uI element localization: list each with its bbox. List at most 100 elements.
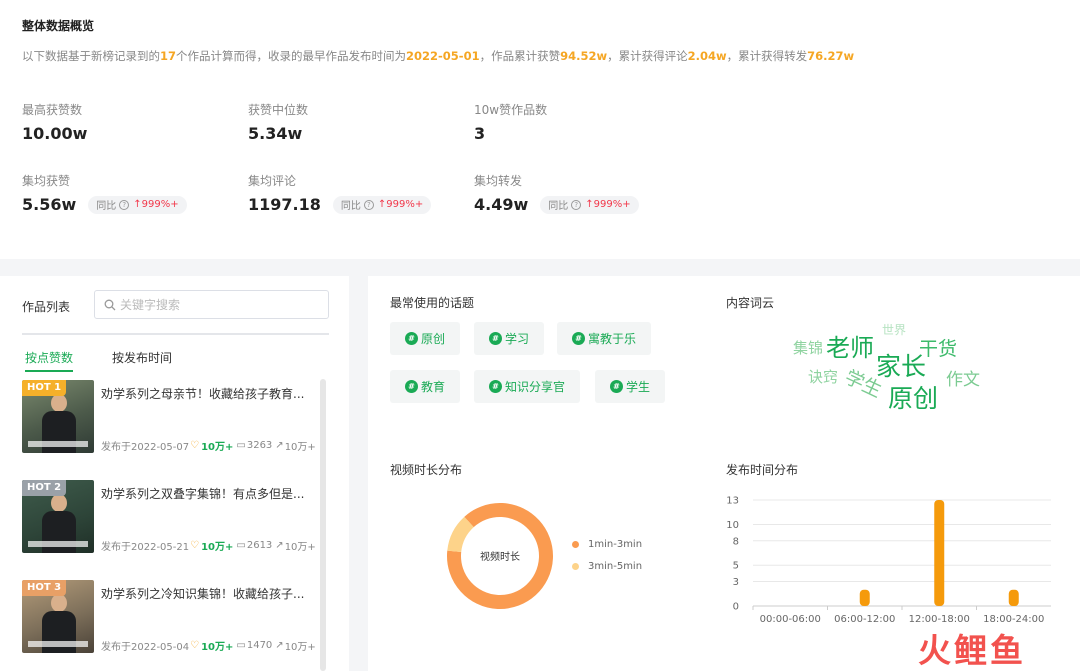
hashtag-icon: # [405,380,418,393]
caption-bar [28,641,88,647]
metric-value: 5.34w [248,124,303,143]
y-tick-label: 5 [733,561,739,572]
arrow-up-icon: ↑ [377,199,387,210]
donut-center-label: 视频时长 [480,552,520,563]
comment-icon: ▭ [236,540,246,551]
topic-label: 原创 [421,332,446,346]
topic-label: 寓教于乐 [588,332,637,346]
yoy-value: 999%+ [141,199,179,210]
topic-label: 教育 [421,380,446,394]
hot-badge: HOT 3 [22,580,67,596]
topic-tag[interactable]: # 知识分享官 [474,370,581,403]
topics-title: 最常使用的话题 [390,296,475,310]
publish-date: 发布于2022-05-07 [101,442,190,453]
metric-label: 最高获赞数 [22,103,83,117]
cloud-word: 集锦 [793,339,824,357]
hashtag-icon: # [405,332,418,345]
yoy-value: 999%+ [386,199,424,210]
bar[interactable] [934,500,945,606]
metric-10w-works: 10w赞作品数 3 [474,101,694,143]
work-meta: 发布于2022-05-04 ♡ 10万+ ▭ 1470 ↗ 10万+ [101,638,316,653]
shares-count: 10万+ [284,542,316,553]
bar[interactable] [1008,589,1019,606]
work-title[interactable]: 劝学系列之冷知识集锦！收藏给孩子... [101,585,323,602]
topic-tag[interactable]: # 学生 [595,370,666,403]
search-input[interactable] [120,297,320,312]
topic-tag[interactable]: # 寓教于乐 [557,322,652,355]
publish-time-chart-title: 发布时间分布 [726,463,799,477]
yoy-badge[interactable]: 同比? ↑ 999%+ [88,195,187,214]
overview-panel: 整体数据概览 以下数据基于新榜记录到的17个作品计算而得，收录的最早作品发布时间… [0,0,1080,259]
legend-item[interactable]: 1min-3min [572,539,642,550]
shares-count: 10万+ [284,642,316,653]
topic-tag[interactable]: # 教育 [390,370,461,403]
comment-icon: ▭ [236,640,246,651]
x-tick-label: 00:00-06:00 [760,614,821,625]
topic-label: 学习 [505,332,530,346]
metric-median-likes: 获赞中位数 5.34w [248,101,468,143]
work-title[interactable]: 劝学系列之双叠字集锦！有点多但是... [101,485,323,502]
help-icon[interactable]: ? [571,199,582,210]
yoy-value: 999%+ [593,199,631,210]
yoy-label: 同比 [96,201,117,212]
arrow-up-icon: ↑ [133,199,142,210]
legend-label: 3min-5min [588,561,643,572]
tab-by-publish-time[interactable]: 按发布时间 [112,349,172,366]
search-box[interactable] [94,290,329,319]
help-icon[interactable]: ? [363,199,374,210]
help-icon[interactable]: ? [119,199,130,210]
metric-avg-shares: 集均转发 4.49w 同比? ↑ 999%+ [474,172,694,214]
shares-count: 10万+ [284,442,316,453]
legend-label: 1min-3min [588,539,643,550]
heart-icon: ♡ [190,640,200,651]
overview-title: 整体数据概览 [22,19,95,33]
tab-by-likes[interactable]: 按点赞数 [25,349,74,372]
topic-label: 知识分享官 [505,380,566,394]
work-meta: 发布于2022-05-07 ♡ 10万+ ▭ 3263 ↗ 10万+ [101,438,316,453]
hot-badge: HOT 1 [22,380,67,396]
caption-bar [28,441,88,447]
total-comments: 2.04w [687,49,727,63]
thumbnail[interactable]: HOT 2 [22,480,94,553]
list-item[interactable]: HOT 1 劝学系列之母亲节！收藏给孩子教育... 发布于2022-05-07 … [22,380,322,453]
topic-label: 学生 [626,380,651,394]
works-list-title: 作品列表 [22,300,71,314]
works-count: 17 [160,49,177,63]
yoy-badge[interactable]: 同比? ↑ 999%+ [332,195,432,214]
heart-icon: ♡ [190,440,200,451]
works-list-panel: 作品列表 按点赞数 按发布时间 HOT 1 劝学系列之母亲节！收藏给孩子教育..… [0,276,349,671]
heart-icon: ♡ [190,540,200,551]
y-tick-label: 10 [726,520,739,531]
likes-count: 10万+ [201,442,234,453]
desc-text: ，作品累计获赞 [479,49,561,63]
desc-text: 以下数据基于新榜记录到的 [22,49,160,63]
work-title[interactable]: 劝学系列之母亲节！收藏给孩子教育... [101,385,323,402]
thumbnail[interactable]: HOT 1 [22,380,94,453]
legend-dot [572,563,579,570]
publish-date: 发布于2022-05-21 [101,542,190,553]
yoy-label: 同比 [548,201,569,212]
hashtag-icon: # [610,380,623,393]
thumbnail[interactable]: HOT 3 [22,580,94,653]
bar[interactable] [859,589,870,606]
yoy-badge[interactable]: 同比? ↑ 999%+ [540,195,639,214]
topic-tag[interactable]: # 学习 [474,322,545,355]
list-item[interactable]: HOT 3 劝学系列之冷知识集锦！收藏给孩子... 发布于2022-05-04 … [22,580,322,653]
comments-count: 1470 [246,640,273,651]
publish-date: 发布于2022-05-04 [101,642,190,653]
y-tick-label: 13 [726,496,739,507]
word-cloud-title: 内容词云 [726,296,775,310]
legend-item[interactable]: 3min-5min [572,561,642,572]
metric-label: 集均评论 [248,174,297,188]
arrow-up-icon: ↑ [585,199,594,210]
list-item[interactable]: HOT 2 劝学系列之双叠字集锦！有点多但是... 发布于2022-05-21 … [22,480,322,553]
desc-text: 个作品计算而得，收录的最早作品发布时间为 [176,49,407,63]
likes-count: 10万+ [201,642,234,653]
cloud-word: 家长 [876,352,927,381]
cloud-word: 世界 [882,323,907,337]
topic-tag[interactable]: # 原创 [390,322,461,355]
metric-value: 1197.18 [248,195,321,214]
list-scrollbar[interactable] [320,379,326,671]
metric-label: 获赞中位数 [248,103,309,117]
comment-icon: ▭ [236,440,246,451]
